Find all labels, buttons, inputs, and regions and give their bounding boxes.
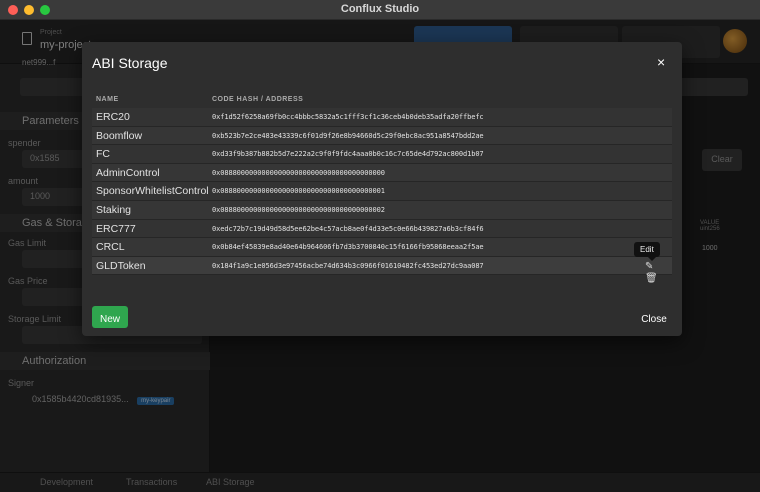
row-hash: 0x08880000000000000000000000000000000000… — [212, 187, 385, 196]
row-actions: ✎ 🗑 — [645, 260, 672, 284]
row-hash: 0xd33f9b387b882b5d7e222a2c9f0f9fdc4aaa0b… — [212, 150, 484, 159]
row-name: CRCL — [96, 241, 125, 254]
table-row[interactable]: FC 0xd33f9b387b882b5d7e222a2c9f0f9fdc4aa… — [92, 145, 672, 164]
row-hash: 0x184f1a9c1e056d3e97456acbe74d634b3c0966… — [212, 261, 484, 270]
table-row[interactable]: SponsorWhitelistControl 0x08880000000000… — [92, 182, 672, 201]
row-hash: 0xedc72b7c19d49d58d5ee62be4c57acb8ae0f4d… — [212, 224, 484, 233]
row-hash: 0xb523b7e2ce483e43339c6f01d9f26e8b94660d… — [212, 131, 484, 140]
row-hash: 0x08880000000000000000000000000000000000… — [212, 168, 385, 177]
row-name: Boomflow — [96, 129, 143, 142]
table-row[interactable]: ERC20 0xf1d52f6258a69fb0cc4bbbc5832a5c1f… — [92, 108, 672, 127]
close-button[interactable]: Close — [634, 306, 674, 328]
window-title: Conflux Studio — [340, 3, 420, 15]
row-name: ERC20 — [96, 111, 130, 123]
row-hash: 0x08880000000000000000000000000000000000… — [212, 205, 385, 214]
table-row[interactable]: Boomflow 0xb523b7e2ce483e43339c6f01d9f26… — [92, 126, 672, 146]
abi-table: ERC20 0xf1d52f6258a69fb0cc4bbbc5832a5c1f… — [92, 108, 672, 284]
row-name: Staking — [96, 203, 132, 216]
row-name: ERC777 — [96, 222, 136, 235]
row-name: AdminControl — [96, 166, 160, 179]
row-name: GLDToken — [96, 259, 146, 272]
table-row[interactable]: Staking 0x088800000000000000000000000000… — [92, 200, 672, 220]
new-button[interactable]: New — [92, 306, 128, 328]
row-hash: 0xf1d52f6258a69fb0cc4bbbc5832a5c1fff3cf1… — [212, 113, 484, 121]
table-row[interactable]: GLDToken 0x184f1a9c1e056d3e97456acbe74d6… — [92, 256, 672, 284]
edit-tooltip: Edit — [634, 242, 660, 261]
column-header-hash: CODE HASH / ADDRESS — [212, 96, 304, 103]
row-name: FC — [96, 148, 110, 161]
title-bar: Conflux Studio — [0, 0, 760, 20]
row-hash: 0x0b84ef45839e8ad40e64b964606fb7d3b37008… — [212, 243, 484, 252]
table-row[interactable]: AdminControl 0x0888000000000000000000000… — [92, 163, 672, 183]
pencil-icon[interactable]: ✎ — [645, 261, 653, 272]
table-row[interactable]: ERC777 0xedc72b7c19d49d58d5ee62be4c57acb… — [92, 219, 672, 239]
abi-storage-modal: ABI Storage × NAME CODE HASH / ADDRESS E… — [82, 42, 682, 336]
modal-title: ABI Storage — [92, 55, 168, 71]
row-name: SponsorWhitelistControl — [96, 185, 209, 198]
trash-icon[interactable]: 🗑 — [645, 273, 658, 284]
table-row[interactable]: CRCL 0x0b84ef45839e8ad40e64b964606fb7d3b… — [92, 238, 672, 257]
close-icon[interactable]: × — [657, 54, 665, 70]
column-header-name: NAME — [96, 96, 119, 103]
